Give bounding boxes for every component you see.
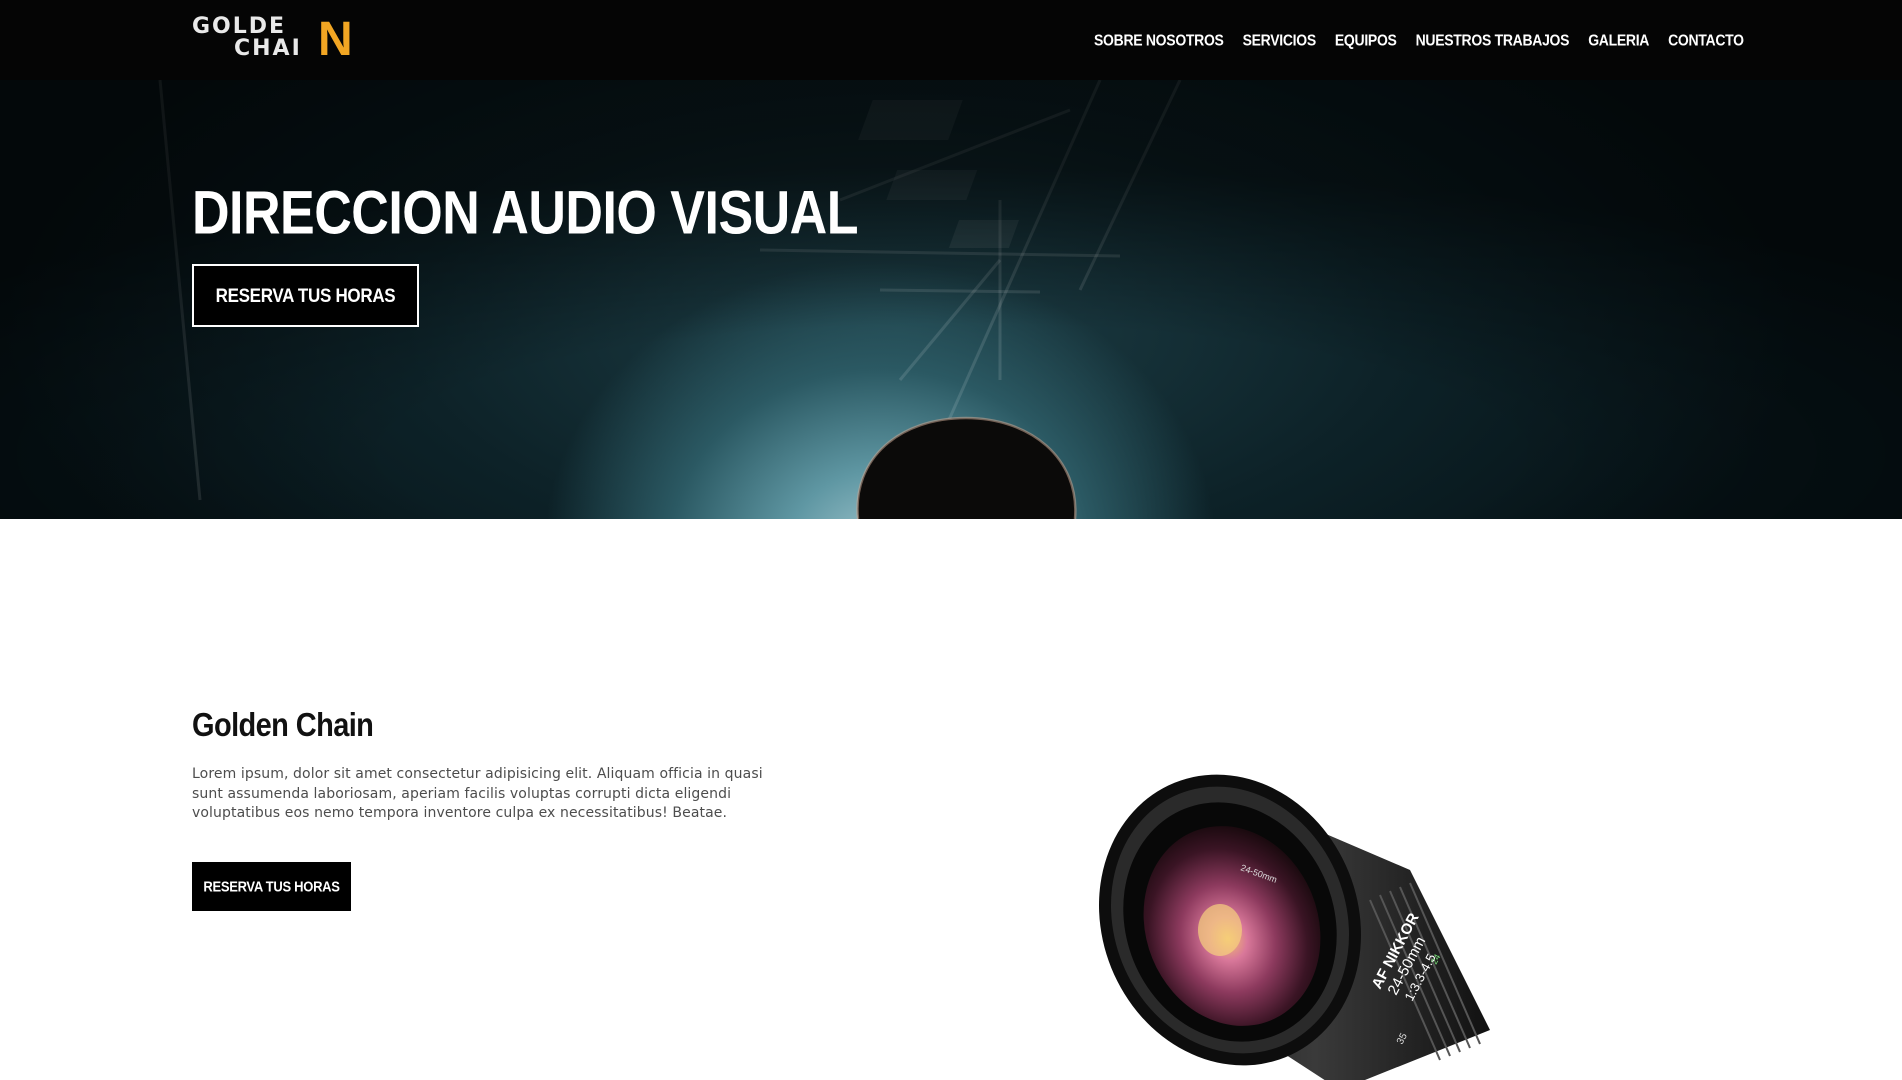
logo-line-1: GOLDE [192, 14, 287, 39]
about-reserva-button-label: RESERVA TUS HORAS [203, 877, 340, 896]
logo-line-2: CHAI [234, 36, 302, 61]
golden-chain-logo[interactable]: GOLDE CHAI N [192, 13, 353, 66]
hero-title: DIRECCION AUDIO VISUAL [192, 179, 859, 248]
about-title: Golden Chain [192, 707, 374, 744]
about-description: Lorem ipsum, dolor sit amet consectetur … [192, 766, 763, 821]
hero-reserva-button-label: RESERVA TUS HORAS [215, 284, 396, 306]
nav-sobre-nosotros[interactable]: SOBRE NOSOTROS [1094, 31, 1233, 49]
page: GOLDE CHAI N SOBRE NOSOTROS SERVICIOS EQ… [0, 0, 1902, 1080]
nav-servicios[interactable]: SERVICIOS [1233, 31, 1325, 49]
camera-lens-image: AF NIKKOR 24-50mm 1:3.3-4.5 24-50mm 35 2… [1099, 774, 1490, 1080]
nav-equipos[interactable]: EQUIPOS [1325, 31, 1406, 49]
hero-banner: DIRECCION AUDIO VISUAL RESERVA TUS HORAS [0, 80, 1902, 519]
main-nav: SOBRE NOSOTROS SERVICIOS EQUIPOS NUESTRO… [1094, 0, 1753, 80]
hero-reserva-button[interactable]: RESERVA TUS HORAS [192, 264, 419, 327]
site-header: GOLDE CHAI N SOBRE NOSOTROS SERVICIOS EQ… [0, 0, 1902, 80]
nav-contacto[interactable]: CONTACTO [1659, 31, 1754, 49]
nav-galeria[interactable]: GALERIA [1579, 31, 1659, 49]
nav-nuestros-trabajos[interactable]: NUESTROS TRABAJOS [1406, 31, 1579, 49]
logo-accent-letter: N [318, 13, 353, 66]
about-reserva-button[interactable]: RESERVA TUS HORAS [192, 862, 351, 911]
